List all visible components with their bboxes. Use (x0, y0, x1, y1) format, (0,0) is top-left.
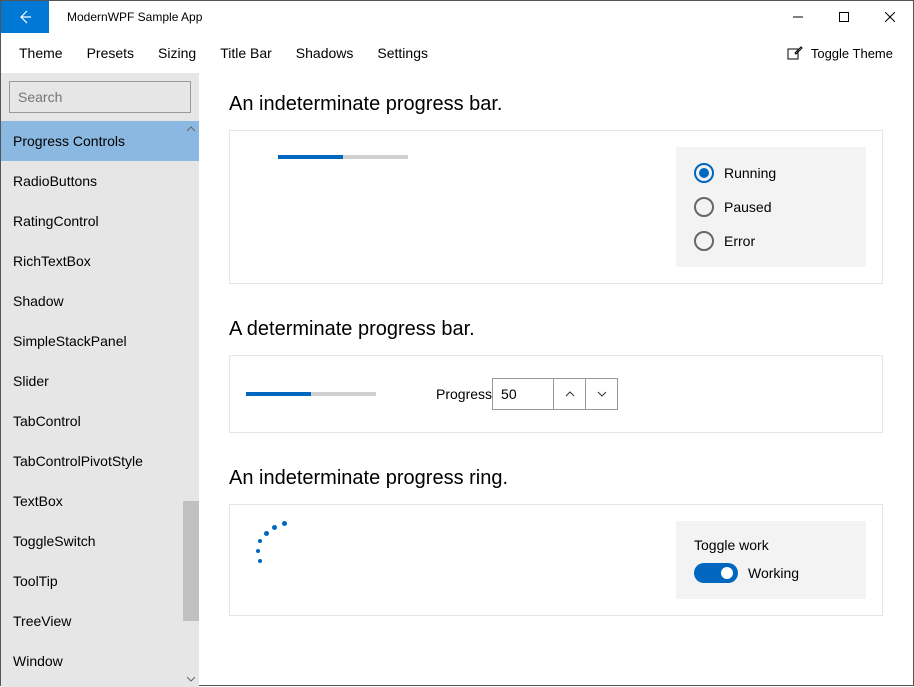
sidebar-item-shadow[interactable]: Shadow (1, 281, 199, 321)
sidebar-item-ratingcontrol[interactable]: RatingControl (1, 201, 199, 241)
toggle-work-label: Toggle work (694, 537, 848, 553)
main-content: An indeterminate progress bar. Running P… (199, 73, 913, 687)
sidebar-item-treeview[interactable]: TreeView (1, 601, 199, 641)
radio-running[interactable]: Running (694, 163, 848, 183)
back-button[interactable] (1, 1, 49, 33)
toggle-theme-button[interactable]: Toggle Theme (773, 45, 907, 61)
radio-circle-icon (694, 163, 714, 183)
sidebar-item-simplestackpanel[interactable]: SimpleStackPanel (1, 321, 199, 361)
sidebar: Progress Controls RadioButtons RatingCon… (1, 73, 199, 687)
close-button[interactable] (867, 1, 913, 33)
sidebar-item-tabcontrol[interactable]: TabControl (1, 401, 199, 441)
sidebar-item-radiobuttons[interactable]: RadioButtons (1, 161, 199, 201)
window-title: ModernWPF Sample App (67, 10, 775, 24)
sidebar-item-textbox[interactable]: TextBox (1, 481, 199, 521)
radio-error-label: Error (724, 233, 755, 249)
toggle-work-switch[interactable] (694, 563, 738, 583)
menu-presets[interactable]: Presets (75, 35, 146, 71)
radio-circle-icon (694, 197, 714, 217)
radio-error[interactable]: Error (694, 231, 848, 251)
number-up-button[interactable] (553, 379, 585, 409)
section3-title: An indeterminate progress ring. (229, 467, 883, 490)
sidebar-item-tabcontrolpivotstyle[interactable]: TabControlPivotStyle (1, 441, 199, 481)
sidebar-item-tooltip[interactable]: ToolTip (1, 561, 199, 601)
toggle-theme-label: Toggle Theme (811, 46, 893, 61)
sidebar-item-slider[interactable]: Slider (1, 361, 199, 401)
section2-title: A determinate progress bar. (229, 318, 883, 341)
number-down-button[interactable] (585, 379, 617, 409)
menu-settings[interactable]: Settings (365, 35, 440, 71)
search-box[interactable] (9, 81, 191, 113)
edit-icon (787, 45, 803, 61)
indeterminate-progress-ring (254, 521, 294, 561)
sidebar-item-window[interactable]: Window (1, 641, 199, 681)
maximize-button[interactable] (821, 1, 867, 33)
radio-circle-icon (694, 231, 714, 251)
menu-titlebar[interactable]: Title Bar (208, 35, 284, 71)
sidebar-item-richtextbox[interactable]: RichTextBox (1, 241, 199, 281)
minimize-button[interactable] (775, 1, 821, 33)
radio-paused-label: Paused (724, 199, 771, 215)
scrollbar-thumb[interactable] (183, 501, 199, 621)
progress-value-input[interactable] (493, 379, 553, 409)
search-input[interactable] (18, 89, 199, 105)
indeterminate-progress-bar (278, 155, 408, 159)
scroll-up-button[interactable] (183, 121, 199, 137)
progress-label: Progress (436, 386, 492, 402)
menu-sizing[interactable]: Sizing (146, 35, 208, 71)
menu-theme[interactable]: Theme (7, 35, 75, 71)
sidebar-item-toggleswitch[interactable]: ToggleSwitch (1, 521, 199, 561)
scroll-down-button[interactable] (183, 671, 199, 687)
sidebar-item-progress-controls[interactable]: Progress Controls (1, 121, 199, 161)
section1-title: An indeterminate progress bar. (229, 93, 883, 116)
determinate-progress-bar (246, 392, 376, 396)
radio-paused[interactable]: Paused (694, 197, 848, 217)
menu-shadows[interactable]: Shadows (284, 35, 366, 71)
radio-running-label: Running (724, 165, 776, 181)
progress-number-box[interactable] (492, 378, 618, 410)
toggle-work-state: Working (748, 565, 799, 581)
